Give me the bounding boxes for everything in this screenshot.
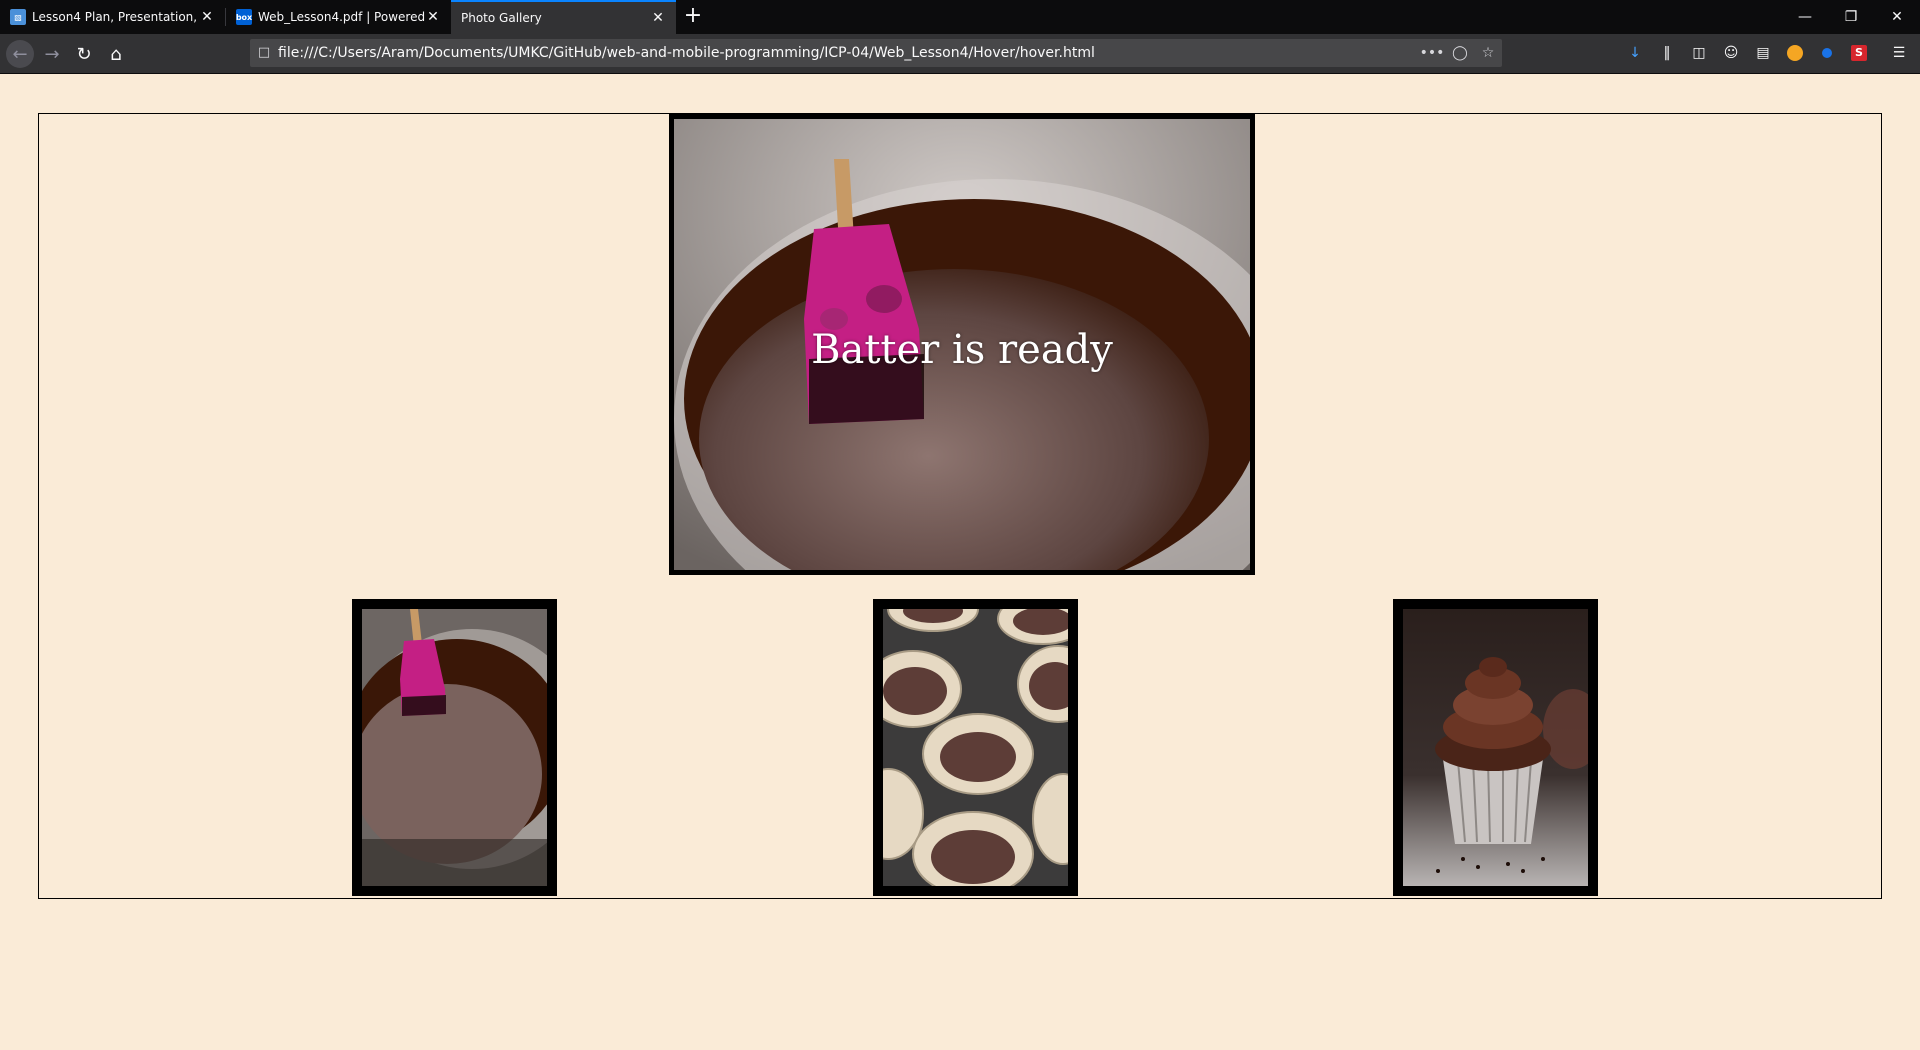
box-doc-icon: ▧ [10, 9, 26, 25]
navigation-toolbar: ← → ↻ ⌂ □ file:///C:/Users/Aram/Document… [0, 34, 1920, 74]
forward-icon[interactable]: → [38, 40, 66, 68]
home-icon[interactable]: ⌂ [102, 40, 130, 68]
extension-icon[interactable]: ▤ [1752, 42, 1774, 64]
menu-icon[interactable]: ☰ [1888, 42, 1910, 64]
minimize-icon[interactable]: — [1782, 0, 1828, 34]
photo-gallery: Batter is ready [38, 113, 1882, 899]
thumbnail-cupcake-liners[interactable] [873, 599, 1078, 896]
tab-bar: ▧ Lesson4 Plan, Presentation, Sou ✕ box … [0, 0, 1920, 34]
url-text[interactable]: file:///C:/Users/Aram/Documents/UMKC/Git… [278, 45, 1418, 61]
feature-caption: Batter is ready [811, 327, 1113, 373]
page-icon: □ [257, 45, 271, 60]
tab-title: Web_Lesson4.pdf | Powered by [258, 10, 425, 24]
page-actions-icon[interactable]: ••• [1418, 45, 1446, 61]
window-controls: — ❐ ✕ [1782, 0, 1920, 34]
reload-icon[interactable]: ↻ [70, 40, 98, 68]
cupcake-liners-thumbnail-photo [883, 609, 1068, 886]
frosted-cupcake-thumbnail-photo [1403, 609, 1588, 886]
tab-title: Lesson4 Plan, Presentation, Sou [32, 10, 199, 24]
close-window-icon[interactable]: ✕ [1874, 0, 1920, 34]
batter-bowl-thumbnail-photo [362, 609, 547, 886]
tab-web-lesson4-pdf[interactable]: box Web_Lesson4.pdf | Powered by ✕ [226, 0, 451, 34]
restore-icon[interactable]: ❐ [1828, 0, 1874, 34]
thumbnail-batter-bowl[interactable] [352, 599, 557, 896]
sidebar-icon[interactable]: ◫ [1688, 42, 1710, 64]
box-icon: box [236, 9, 252, 25]
extension-red-icon[interactable]: S [1848, 42, 1870, 64]
account-icon[interactable]: ☺ [1720, 42, 1742, 64]
thumbnail-frosted-cupcake[interactable] [1393, 599, 1598, 896]
tab-lesson4-plan[interactable]: ▧ Lesson4 Plan, Presentation, Sou ✕ [0, 0, 225, 34]
downloads-icon[interactable]: ↓ [1624, 42, 1646, 64]
library-icon[interactable]: ‖ [1656, 42, 1678, 64]
bookmark-star-icon[interactable]: ☆ [1474, 45, 1502, 61]
extension-coin-icon[interactable] [1784, 42, 1806, 64]
tab-photo-gallery[interactable]: Photo Gallery ✕ [451, 0, 676, 34]
new-tab-button[interactable]: + [676, 0, 710, 34]
close-tab-icon[interactable]: ✕ [199, 9, 215, 25]
back-icon[interactable]: ← [6, 40, 34, 68]
close-tab-icon[interactable]: ✕ [650, 10, 666, 26]
address-bar[interactable]: □ file:///C:/Users/Aram/Documents/UMKC/G… [250, 39, 1502, 67]
close-tab-icon[interactable]: ✕ [425, 9, 441, 25]
featured-image[interactable]: Batter is ready [669, 114, 1255, 575]
pocket-icon[interactable]: ◯ [1446, 45, 1474, 61]
extension-blue-icon[interactable] [1816, 42, 1838, 64]
tab-title: Photo Gallery [461, 11, 542, 25]
